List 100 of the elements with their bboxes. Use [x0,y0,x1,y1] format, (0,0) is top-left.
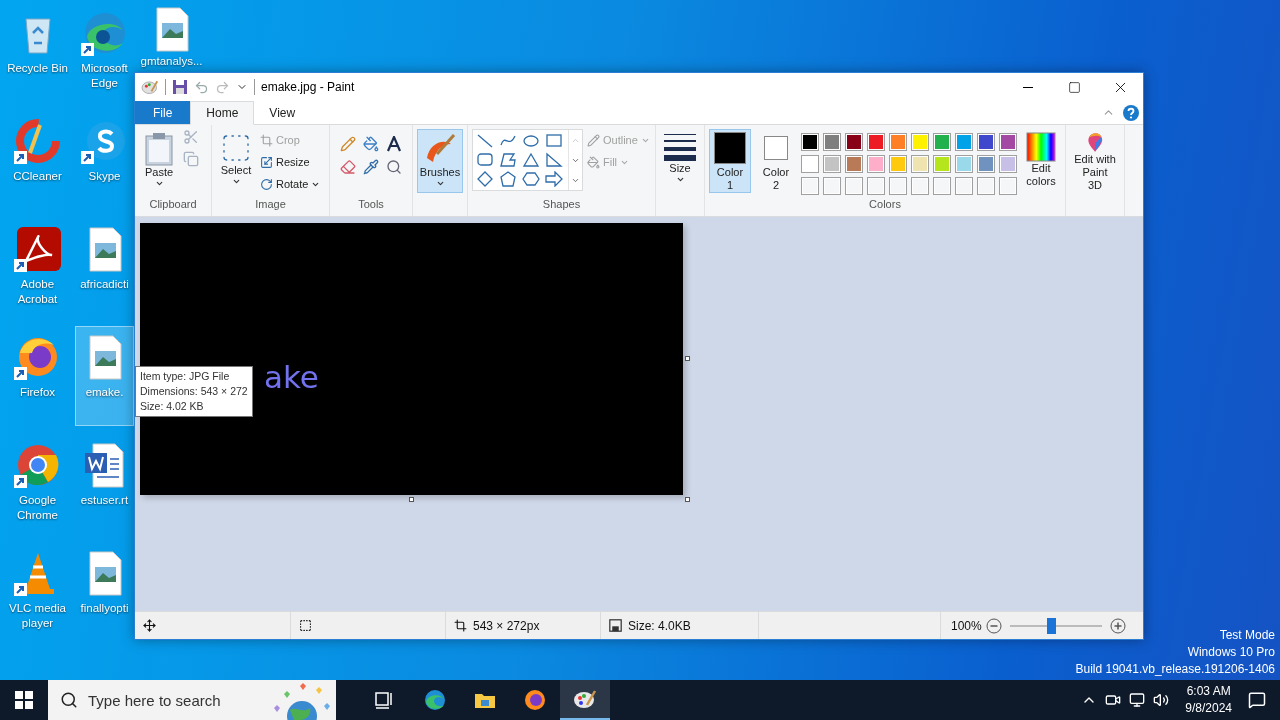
shape-icon[interactable] [476,133,494,149]
shape-icon[interactable] [522,171,540,187]
palette-swatch[interactable] [845,133,863,151]
color-slot-button[interactable]: Color 1 [709,129,751,193]
shape-icon[interactable] [522,133,540,149]
edit-colors-button[interactable]: Edit colors [1021,129,1061,193]
palette-swatch[interactable] [933,133,951,151]
resize-handle[interactable] [409,497,414,502]
brushes-button[interactable]: Brushes [417,129,463,193]
help-icon[interactable] [1123,104,1139,121]
desktop-icon[interactable]: Microsoft Edge [75,2,134,102]
save-icon[interactable] [172,79,188,95]
notifications-icon[interactable] [1248,691,1266,709]
zoom-out-icon[interactable] [985,617,1002,634]
empty-color-slot[interactable] [977,177,995,195]
resize-handle[interactable] [685,356,690,361]
palette-swatch[interactable] [999,155,1017,173]
resize-handle[interactable] [685,497,690,502]
resize-icon [260,155,273,169]
empty-color-slot[interactable] [889,177,907,195]
selection-size-icon [299,619,312,632]
palette-swatch[interactable] [867,155,885,173]
empty-color-slot[interactable] [823,177,841,195]
shape-icon[interactable] [476,171,494,187]
desktop-icon[interactable]: africadicti [75,218,134,318]
select-button[interactable]: Select [216,129,256,193]
zoom-in-icon[interactable] [1109,617,1126,634]
group-label: Clipboard [149,198,197,212]
text-tool-icon[interactable] [386,136,402,152]
desktop-icon[interactable]: gmtanalys... [134,2,209,72]
palette-icon [141,79,159,95]
paint-3d-button[interactable]: Edit with Paint 3D [1070,129,1120,193]
empty-color-slot[interactable] [999,177,1017,195]
resize-button[interactable]: Resize [260,151,321,173]
palette-swatch[interactable] [845,155,863,173]
clipboard-icon [144,132,174,166]
color-picker-icon[interactable] [363,159,379,175]
desktop-icon[interactable]: Adobe Acrobat [0,218,75,318]
palette-swatch[interactable] [889,155,907,173]
file-menu-tab[interactable]: File [135,101,191,124]
palette-swatch[interactable] [867,133,885,151]
desktop-icon[interactable]: Recycle Bin [0,2,75,102]
clock[interactable]: 6:03 AM 9/8/2024 [1185,683,1232,717]
ribbon-tab[interactable]: View [254,101,311,124]
empty-color-slot[interactable] [911,177,929,195]
search-icon [60,691,78,709]
empty-color-slot[interactable] [933,177,951,195]
ribbon-tab[interactable]: Home [190,101,255,125]
palette-swatch[interactable] [977,155,995,173]
undo-icon[interactable] [194,79,209,95]
caret-icon [435,179,445,188]
palette-swatch[interactable] [889,133,907,151]
eraser-icon[interactable] [340,159,356,175]
shape-icon[interactable] [545,171,563,187]
rotate-button[interactable]: Rotate [260,173,321,195]
desktop-icon[interactable]: emake. [75,326,134,426]
paste-button[interactable]: Paste [139,129,179,193]
empty-color-slot[interactable] [955,177,973,195]
desktop-icon[interactable]: Firefox [0,326,75,426]
palette-swatch[interactable] [955,155,973,173]
palette-swatch[interactable] [933,155,951,173]
palette-swatch[interactable] [955,133,973,151]
palette-swatch[interactable] [823,155,841,173]
taskbar-app-button[interactable] [560,680,610,720]
desktop-icon[interactable]: Skype [75,110,134,210]
camera-icon[interactable] [1105,692,1122,708]
cursor-position-icon [143,619,156,632]
palette-swatch[interactable] [801,155,819,173]
zoom-slider-thumb[interactable] [1047,617,1057,634]
desktop-icon[interactable]: estuser.rt [75,434,134,534]
shape-icon[interactable] [499,171,517,187]
shape-icon[interactable] [545,152,563,168]
volume-icon[interactable] [1153,692,1170,708]
group-label: Colors [869,198,901,212]
palette-swatch[interactable] [911,133,929,151]
size-button[interactable]: Size [660,129,700,193]
palette-swatch[interactable] [823,133,841,151]
shape-icon[interactable] [476,152,494,168]
desktop-icon[interactable]: finallyopti [75,542,134,642]
empty-color-slot[interactable] [867,177,885,195]
color-slot-button[interactable]: Color 2 [755,129,797,193]
shape-icon[interactable] [499,152,517,168]
shape-icon[interactable] [522,152,540,168]
empty-color-slot[interactable] [801,177,819,195]
fill-bucket-icon[interactable] [363,136,379,152]
pencil-icon[interactable] [340,136,356,152]
empty-color-slot[interactable] [845,177,863,195]
palette-swatch[interactable] [977,133,995,151]
search-input[interactable]: Type here to search [88,691,248,709]
desktop-icon[interactable]: Google Chrome [0,434,75,534]
windows-logo-icon [15,691,33,709]
network-icon[interactable] [1129,692,1146,708]
desktop-icon[interactable]: VLC media player [0,542,75,642]
palette-swatch[interactable] [999,133,1017,151]
palette-swatch[interactable] [801,133,819,151]
magnifier-icon[interactable] [386,159,402,175]
desktop-icon[interactable]: CCleaner [0,110,75,210]
palette-swatch[interactable] [911,155,929,173]
shape-icon[interactable] [545,133,563,149]
caret-icon [154,179,164,188]
